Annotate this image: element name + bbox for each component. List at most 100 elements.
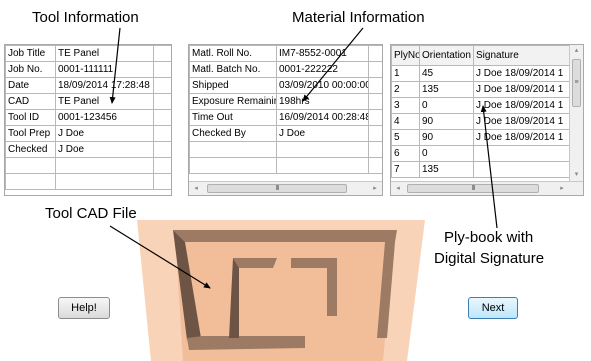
tool-field-label: Job Title <box>5 45 56 62</box>
material-horizontal-scrollbar[interactable]: ◂ III ▸ <box>189 181 382 195</box>
material-field-extra <box>368 109 382 126</box>
ply-horizontal-scrollbar[interactable]: ◂ III ▸ <box>391 181 583 195</box>
scroll-down-arrow-icon[interactable]: ▾ <box>570 169 583 181</box>
material-field-label: Matl. Roll No. <box>189 45 277 62</box>
ply-row[interactable]: 7 135 <box>391 161 572 178</box>
tool-field-extra <box>153 157 171 174</box>
page: Tool Information Material Information To… <box>0 0 591 361</box>
tool-info-row[interactable]: Checked J Doe <box>5 141 171 158</box>
next-button[interactable]: Next <box>468 297 518 319</box>
tool-field-label <box>5 173 56 190</box>
tool-field-extra <box>153 77 171 94</box>
scroll-up-arrow-icon[interactable]: ▴ <box>570 45 583 57</box>
ply-orientation-cell: 90 <box>419 113 474 130</box>
ply-row[interactable]: 1 45 J Doe 18/09/2014 1 <box>391 65 572 82</box>
column-header-plyno[interactable]: PlyNo <box>391 45 420 66</box>
ply-orientation-cell: 0 <box>419 145 474 162</box>
ply-row[interactable]: 30J Doe 18/09/2014 1 <box>391 97 572 114</box>
material-field-value <box>276 157 369 174</box>
ply-number-cell: 4 <box>391 113 420 130</box>
tool-field-label: Date <box>5 77 56 94</box>
tool-field-value <box>55 173 154 190</box>
material-field-label: Shipped <box>189 77 277 94</box>
material-field-value: 16/09/2014 00:28:48 <box>276 109 369 126</box>
column-header-orientation[interactable]: Orientation <box>419 45 474 66</box>
tool-field-extra <box>153 45 171 62</box>
ply-row[interactable]: 4 90 J Doe 18/09/2014 1 <box>391 113 572 130</box>
tool-info-row[interactable] <box>5 173 171 190</box>
material-field-value <box>276 141 369 158</box>
ply-signature-cell: J Doe 18/09/2014 1 <box>473 97 572 114</box>
material-info-row[interactable]: Shipped 03/09/2010 00:00:00 <box>189 77 382 94</box>
material-info-row[interactable]: Checked By J Doe <box>189 125 382 142</box>
callout-tool-information: Tool Information <box>32 9 139 26</box>
ply-orientation-cell: 135 <box>419 161 474 178</box>
scroll-left-arrow-icon[interactable]: ◂ <box>189 182 203 195</box>
ply-number-cell: 7 <box>391 161 420 178</box>
ply-book-header-row: PlyNo Orientation Signature <box>391 45 572 66</box>
tool-field-extra <box>153 61 171 78</box>
material-field-value: IM7-8552-0001 <box>276 45 369 62</box>
material-field-label: Exposure Remaining <box>189 93 277 110</box>
ply-signature-cell: J Doe 18/09/2014 1 <box>473 129 572 146</box>
tool-info-row[interactable]: Tool Prep J Doe <box>5 125 171 142</box>
material-information-panel: Matl. Roll No. IM7-8552-0001 Matl. Batch N… <box>188 44 383 196</box>
tool-info-row[interactable] <box>5 157 171 174</box>
tool-info-row[interactable]: Tool ID 0001-123456 <box>5 109 171 126</box>
material-field-extra <box>368 125 382 142</box>
tool-field-value: J Doe <box>55 125 154 142</box>
tool-info-row[interactable]: Date 18/09/2014 17:28:48 <box>5 77 171 94</box>
tool-field-label: CAD <box>5 93 56 110</box>
tool-info-row[interactable]: CAD TE Panel <box>5 93 171 110</box>
ply-number-cell: 3 <box>391 97 420 114</box>
material-info-row[interactable]: Exposure Remaining 198hrs <box>189 93 382 110</box>
ply-number-cell: 6 <box>391 145 420 162</box>
material-field-label <box>189 157 277 174</box>
scroll-thumb[interactable]: III <box>407 184 539 193</box>
ply-number-cell: 2 <box>391 81 420 98</box>
tool-info-row[interactable]: Job Title TE Panel <box>5 45 171 62</box>
material-info-row[interactable] <box>189 141 382 158</box>
material-field-label: Time Out <box>189 109 277 126</box>
scroll-right-arrow-icon[interactable]: ▸ <box>555 182 569 195</box>
tool-info-row[interactable]: Job No. 0001-111111 <box>5 61 171 78</box>
material-info-row[interactable] <box>189 157 382 174</box>
help-button[interactable]: Help! <box>58 297 110 319</box>
tool-information-table: Job Title TE Panel Job No. 0001-111111 Date 1… <box>5 45 171 190</box>
tool-field-value: TE Panel <box>55 93 154 110</box>
tool-field-label <box>5 157 56 174</box>
ply-signature-cell: J Doe 18/09/2014 1 <box>473 65 572 82</box>
material-info-row[interactable]: Matl. Batch No. 0001-222222 <box>189 61 382 78</box>
ply-row[interactable]: 2 135 J Doe 18/09/2014 1 <box>391 81 572 98</box>
ply-row[interactable]: 5 90 J Doe 18/09/2014 1 <box>391 129 572 146</box>
ply-orientation-cell: 45 <box>419 65 474 82</box>
scroll-thumb[interactable]: III <box>207 184 347 193</box>
ply-orientation-cell: 90 <box>419 129 474 146</box>
tool-field-label: Tool ID <box>5 109 56 126</box>
scroll-right-arrow-icon[interactable]: ▸ <box>368 182 382 195</box>
callout-material-information: Material Information <box>292 9 425 26</box>
material-info-row[interactable]: Time Out 16/09/2014 00:28:48 <box>189 109 382 126</box>
tool-field-value: TE Panel <box>55 45 154 62</box>
ply-book-table: PlyNo Orientation Signature 1 45 J Doe 18/… <box>391 45 572 178</box>
material-field-extra <box>368 77 382 94</box>
tool-information-panel: Job Title TE Panel Job No. 0001-111111 Date 1… <box>4 44 172 196</box>
tool-field-extra <box>153 109 171 126</box>
material-field-label: Matl. Batch No. <box>189 61 277 78</box>
scroll-left-arrow-icon[interactable]: ◂ <box>391 182 405 195</box>
tool-field-label: Tool Prep <box>5 125 56 142</box>
ply-row[interactable]: 60 <box>391 145 572 162</box>
material-field-extra <box>368 93 382 110</box>
ply-signature-cell <box>473 161 572 178</box>
material-info-row[interactable]: Matl. Roll No. IM7-8552-0001 <box>189 45 382 62</box>
ply-signature-cell: J Doe 18/09/2014 1 <box>473 81 572 98</box>
scroll-thumb[interactable]: ≡ <box>572 59 581 107</box>
tool-field-extra <box>153 141 171 158</box>
callout-tool-cad-file: Tool CAD File <box>45 205 137 222</box>
column-header-signature[interactable]: Signature <box>473 45 572 66</box>
ply-vertical-scrollbar[interactable]: ▴ ≡ ▾ <box>569 45 583 181</box>
tool-cad-view[interactable] <box>137 220 425 361</box>
material-field-value: J Doe <box>276 125 369 142</box>
ply-orientation-cell: 135 <box>419 81 474 98</box>
ply-orientation-cell: 0 <box>419 97 474 114</box>
